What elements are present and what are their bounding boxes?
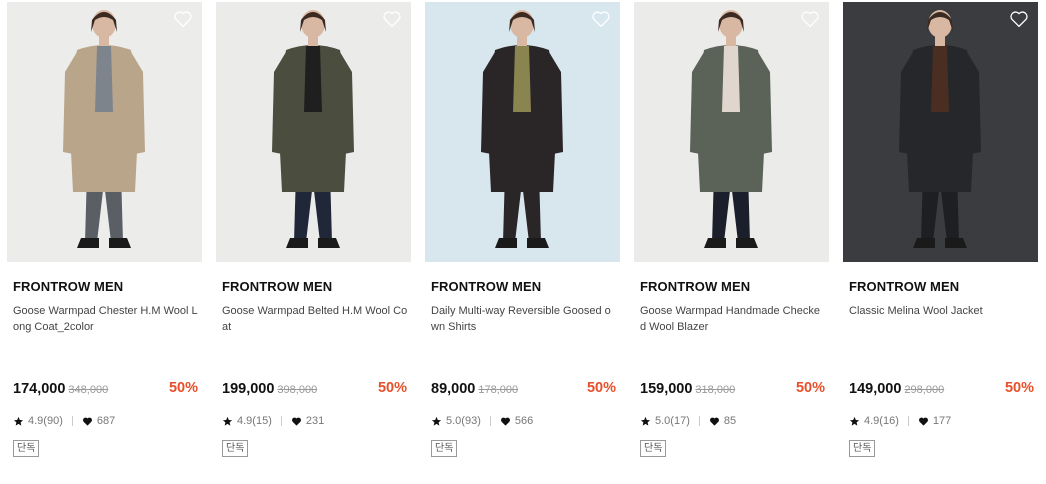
product-card[interactable]: FRONTROW MEN Classic Melina Wool Jacket … bbox=[843, 2, 1038, 472]
brand-name[interactable]: FRONTROW MEN bbox=[222, 279, 332, 294]
price-row: 159,000 318,000 50% bbox=[640, 380, 825, 398]
divider bbox=[489, 416, 491, 426]
heart-outline-icon[interactable] bbox=[1009, 10, 1029, 28]
product-meta: 4.9(16) 177 bbox=[849, 415, 951, 427]
product-image[interactable] bbox=[634, 2, 829, 262]
product-image[interactable] bbox=[843, 2, 1038, 262]
original-price: 298,000 bbox=[904, 384, 945, 396]
product-name[interactable]: Goose Warmpad Belted H.M Wool Coat bbox=[222, 303, 408, 335]
star-icon bbox=[222, 416, 233, 427]
product-photo-model bbox=[216, 2, 411, 262]
star-icon bbox=[13, 416, 24, 427]
divider bbox=[71, 416, 73, 426]
product-name[interactable]: Goose Warmpad Chester H.M Wool Long Coat… bbox=[13, 303, 199, 335]
price-row: 199,000 398,000 50% bbox=[222, 380, 407, 398]
heart-filled-icon bbox=[918, 416, 929, 427]
discount-rate: 50% bbox=[795, 380, 825, 396]
exclusive-badge: 단독 bbox=[13, 440, 40, 457]
heart-filled-icon bbox=[709, 416, 720, 427]
exclusive-badge: 단독 bbox=[431, 440, 458, 457]
heart-outline-icon[interactable] bbox=[173, 10, 193, 28]
original-price: 318,000 bbox=[695, 384, 736, 396]
heart-filled-icon bbox=[500, 416, 511, 427]
product-meta: 5.0(17) 85 bbox=[640, 415, 736, 427]
brand-name[interactable]: FRONTROW MEN bbox=[13, 279, 123, 294]
likes-count: 85 bbox=[723, 415, 737, 427]
price-row: 89,000 178,000 50% bbox=[431, 380, 616, 398]
product-name[interactable]: Classic Melina Wool Jacket bbox=[849, 303, 1035, 319]
rating-text: 4.9(90) bbox=[28, 415, 63, 427]
product-image[interactable] bbox=[216, 2, 411, 262]
sale-price: 199,000 bbox=[222, 381, 275, 397]
heart-filled-icon bbox=[82, 416, 93, 427]
product-meta: 4.9(15) 231 bbox=[222, 415, 324, 427]
product-grid: FRONTROW MEN Goose Warmpad Chester H.M W… bbox=[7, 2, 1038, 472]
divider bbox=[280, 416, 282, 426]
original-price: 398,000 bbox=[277, 384, 318, 396]
likes-count: 231 bbox=[305, 415, 325, 427]
original-price: 178,000 bbox=[478, 384, 519, 396]
exclusive-badge: 단독 bbox=[640, 440, 667, 457]
brand-name[interactable]: FRONTROW MEN bbox=[849, 279, 959, 294]
product-meta: 4.9(90) 687 bbox=[13, 415, 115, 427]
heart-filled-icon bbox=[291, 416, 302, 427]
star-icon bbox=[431, 416, 442, 427]
heart-outline-icon[interactable] bbox=[591, 10, 611, 28]
likes-count: 687 bbox=[96, 415, 116, 427]
price-row: 149,000 298,000 50% bbox=[849, 380, 1034, 398]
sale-price: 174,000 bbox=[13, 381, 66, 397]
product-card[interactable]: FRONTROW MEN Goose Warmpad Chester H.M W… bbox=[7, 2, 202, 472]
divider bbox=[698, 416, 700, 426]
product-image[interactable] bbox=[425, 2, 620, 262]
brand-name[interactable]: FRONTROW MEN bbox=[640, 279, 750, 294]
product-card[interactable]: FRONTROW MEN Daily Multi-way Reversible … bbox=[425, 2, 620, 472]
rating-text: 5.0(93) bbox=[446, 415, 481, 427]
discount-rate: 50% bbox=[168, 380, 198, 396]
star-icon bbox=[640, 416, 651, 427]
rating-text: 4.9(15) bbox=[237, 415, 272, 427]
product-image[interactable] bbox=[7, 2, 202, 262]
likes-count: 177 bbox=[932, 415, 952, 427]
heart-outline-icon[interactable] bbox=[382, 10, 402, 28]
product-name[interactable]: Goose Warmpad Handmade Checked Wool Blaz… bbox=[640, 303, 826, 335]
product-card[interactable]: FRONTROW MEN Goose Warmpad Belted H.M Wo… bbox=[216, 2, 411, 472]
product-photo-model bbox=[843, 2, 1038, 262]
original-price: 348,000 bbox=[68, 384, 109, 396]
product-name[interactable]: Daily Multi-way Reversible Goosed own Sh… bbox=[431, 303, 617, 335]
divider bbox=[907, 416, 909, 426]
heart-outline-icon[interactable] bbox=[800, 10, 820, 28]
discount-rate: 50% bbox=[1004, 380, 1034, 396]
exclusive-badge: 단독 bbox=[849, 440, 876, 457]
product-photo-model bbox=[7, 2, 202, 262]
product-photo-model bbox=[634, 2, 829, 262]
star-icon bbox=[849, 416, 860, 427]
product-photo-model bbox=[425, 2, 620, 262]
rating-text: 4.9(16) bbox=[864, 415, 899, 427]
brand-name[interactable]: FRONTROW MEN bbox=[431, 279, 541, 294]
product-card[interactable]: FRONTROW MEN Goose Warmpad Handmade Chec… bbox=[634, 2, 829, 472]
exclusive-badge: 단독 bbox=[222, 440, 249, 457]
sale-price: 159,000 bbox=[640, 381, 693, 397]
sale-price: 149,000 bbox=[849, 381, 902, 397]
discount-rate: 50% bbox=[586, 380, 616, 396]
sale-price: 89,000 bbox=[431, 381, 476, 397]
discount-rate: 50% bbox=[377, 380, 407, 396]
rating-text: 5.0(17) bbox=[655, 415, 690, 427]
product-meta: 5.0(93) 566 bbox=[431, 415, 533, 427]
price-row: 174,000 348,000 50% bbox=[13, 380, 198, 398]
likes-count: 566 bbox=[514, 415, 534, 427]
